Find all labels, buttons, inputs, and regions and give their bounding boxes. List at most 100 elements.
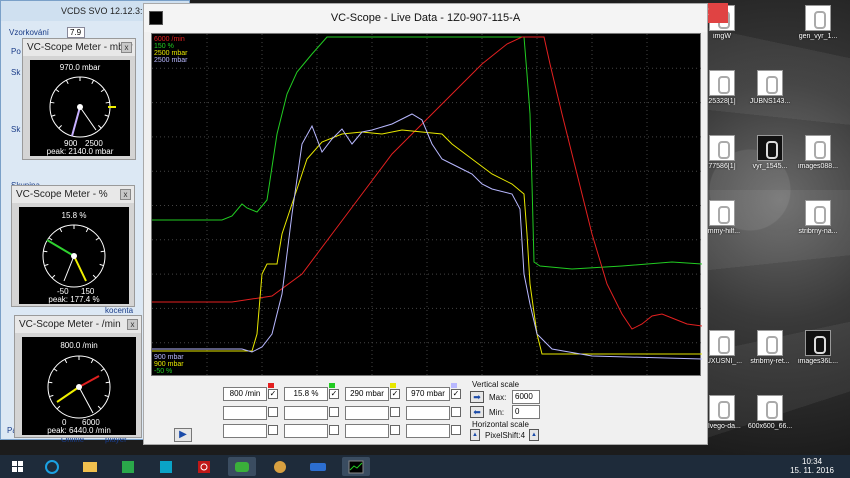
channel-checkbox[interactable]: ✓	[390, 389, 400, 399]
gauge-peak: peak: 177.4 %	[48, 295, 100, 304]
system-clock[interactable]: 10:34 15. 11. 2016	[790, 457, 834, 475]
gauge-tick	[58, 125, 62, 129]
gauge-tick	[65, 80, 69, 85]
gauge-tick	[95, 237, 100, 241]
horizontal-scale-label: Horizontal scale	[472, 420, 529, 429]
channel-value[interactable]: 970 mbar	[406, 387, 450, 401]
meter-title: VC-Scope Meter - /min	[15, 316, 141, 333]
gauge-tick	[97, 405, 102, 410]
desktop-icon[interactable]: images088...	[788, 135, 848, 170]
vc-scope-taskbar-icon[interactable]	[342, 457, 370, 476]
gauge-dial	[47, 355, 111, 419]
channel-value-empty[interactable]	[223, 424, 267, 438]
channel-value[interactable]: 15.8 %	[284, 387, 328, 401]
image-file-icon	[709, 70, 735, 96]
meter-window-percent[interactable]: VC-Scope Meter - % x 15.8 % -50 150 peak…	[11, 185, 135, 307]
image-file-icon	[757, 70, 783, 96]
channel-value-empty[interactable]	[345, 406, 389, 420]
gauge-peak-marker	[56, 386, 80, 403]
scope-plot: 6000 /min 150 % 2500 mbar 2500 mbar 900 …	[151, 33, 703, 377]
channel-value[interactable]: 800 /min	[223, 387, 267, 401]
gauge-tick	[48, 381, 53, 384]
channel-checkbox[interactable]	[329, 425, 339, 435]
channel-value-empty[interactable]	[284, 424, 328, 438]
vzorkovani-label: Vzorkování	[9, 28, 50, 37]
gauge-tick	[51, 114, 56, 117]
image-file-icon	[709, 200, 735, 226]
vzorkovani-field[interactable]: 7.9	[67, 27, 85, 38]
channel-value-empty[interactable]	[223, 406, 267, 420]
media-app-icon[interactable]	[266, 457, 294, 476]
gauge-tick	[43, 250, 48, 253]
file-explorer-icon[interactable]	[76, 457, 104, 476]
channel-checkbox[interactable]: ✓	[329, 389, 339, 399]
desktop-icon[interactable]: 600x600_66...	[740, 395, 800, 430]
close-icon[interactable]: x	[127, 319, 138, 330]
image-file-icon	[805, 5, 831, 31]
channel-value-empty[interactable]	[284, 406, 328, 420]
arrow-left-icon[interactable]: ⬅	[470, 406, 484, 418]
gauge-peak-marker	[73, 255, 87, 282]
desktop-icon[interactable]: JUBNS143...	[740, 70, 800, 105]
gauge-tick	[44, 263, 49, 267]
channel-checkbox[interactable]: ✓	[268, 389, 278, 399]
min-input[interactable]: 0	[512, 405, 540, 419]
image-file-icon	[709, 330, 735, 356]
image-file-icon	[757, 330, 783, 356]
gauge-tick	[99, 263, 104, 267]
channel-checkbox[interactable]: ✓	[451, 389, 461, 399]
play-button[interactable]: ▶	[174, 428, 192, 442]
channel-checkbox[interactable]	[390, 407, 400, 417]
channel-checkbox[interactable]	[390, 425, 400, 435]
close-icon[interactable]: x	[120, 189, 131, 200]
taskbar: 10:34 15. 11. 2016	[0, 455, 850, 478]
channel-checkbox[interactable]	[329, 407, 339, 417]
scope-title: VC-Scope - Live Data - 1Z0-907-115-A	[330, 12, 521, 24]
arrow-right-icon[interactable]: ➡	[470, 391, 484, 403]
channel-value[interactable]: 290 mbar	[345, 387, 389, 401]
image-file-icon	[709, 135, 735, 161]
vcds-car-icon[interactable]	[228, 457, 256, 476]
clock-time: 10:34	[802, 457, 823, 466]
gauge-tick	[53, 368, 58, 372]
channel-value-empty[interactable]	[406, 406, 450, 420]
channel-checkbox[interactable]	[268, 407, 278, 417]
gauge-tick	[91, 80, 95, 85]
gauge: 800.0 /min 0 6000 peak: 6440.0 /min	[22, 337, 136, 435]
desktop-icon[interactable]: images36L...	[788, 330, 848, 365]
channel-checkbox[interactable]	[268, 425, 278, 435]
gauge-needle	[78, 375, 100, 388]
gauge-hub	[76, 384, 82, 390]
channel-value-empty[interactable]	[406, 424, 450, 438]
desktop-icon[interactable]: gen_vyr_1...	[788, 5, 848, 40]
gauge-peak: peak: 6440.0 /min	[47, 426, 111, 435]
spin-right-icon[interactable]: ▲	[529, 429, 539, 441]
meter-window-rpm[interactable]: VC-Scope Meter - /min x 800.0 /min 0 600…	[14, 315, 142, 438]
power-app-icon[interactable]	[190, 457, 218, 476]
desktop-icon[interactable]: stribrny-na...	[788, 200, 848, 235]
store-icon[interactable]	[114, 457, 142, 476]
gauge-marker	[63, 255, 75, 282]
max-label: Max:	[489, 393, 507, 402]
gauge-tick	[100, 88, 105, 93]
gauge-tick	[100, 368, 105, 372]
channel-checkbox[interactable]	[451, 407, 461, 417]
channel-value-empty[interactable]	[345, 424, 389, 438]
min-label: Min:	[489, 408, 505, 417]
gauge-tick	[104, 394, 109, 398]
gauge-top-value: 970.0 mbar	[59, 63, 101, 72]
clock-date: 15. 11. 2016	[790, 466, 834, 475]
meter-title: VC-Scope Meter - mbar	[23, 39, 135, 56]
windows-start-icon[interactable]	[4, 457, 32, 476]
internet-explorer-icon[interactable]	[38, 457, 66, 476]
gauge-hub	[77, 104, 83, 110]
close-icon[interactable]: x	[121, 42, 132, 53]
axis-bottom-label: 900 mbar	[154, 354, 184, 361]
vcds-app-icon[interactable]	[304, 457, 332, 476]
channel-checkbox[interactable]	[451, 425, 461, 435]
spin-left-icon[interactable]: ▲	[470, 429, 480, 441]
max-input[interactable]: 6000	[512, 390, 540, 404]
meter-title: VC-Scope Meter - %	[12, 186, 134, 203]
meter-window-mbar[interactable]: VC-Scope Meter - mbar x 970.0 mbar 900 2…	[22, 38, 136, 160]
app-icon[interactable]	[152, 457, 180, 476]
